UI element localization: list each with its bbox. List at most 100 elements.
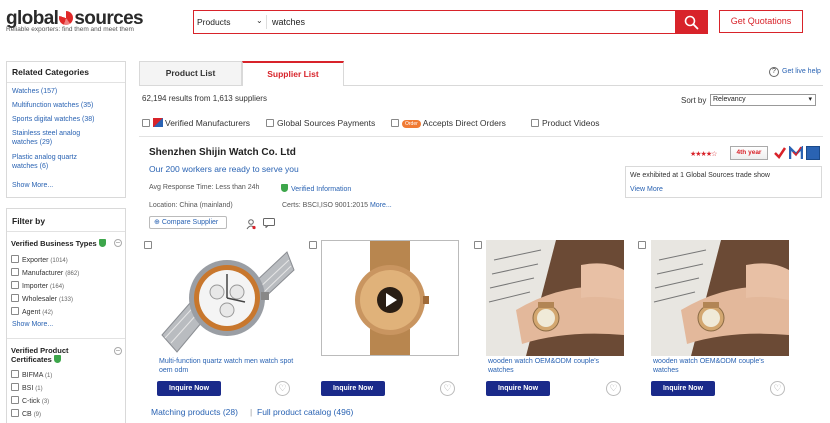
chat-icon[interactable] <box>263 218 275 228</box>
verified-shield-icon <box>53 355 61 363</box>
checkbox[interactable] <box>11 396 19 404</box>
get-quotations-button[interactable]: Get Quotations <box>719 10 803 33</box>
collapse-icon[interactable]: – <box>114 239 122 247</box>
product-image[interactable] <box>651 240 789 356</box>
business-types-title: Verified Business Types <box>11 239 106 248</box>
tab-product-list[interactable]: Product List <box>139 61 242 85</box>
product-caption[interactable]: Multi-function quartz watch men watch sp… <box>159 357 297 375</box>
product-caption[interactable]: wooden watch OEM&ODM couple's watches <box>488 357 626 375</box>
matching-products-link[interactable]: Matching products (28) <box>151 407 238 417</box>
supplier-slogan: Our 200 workers are ready to serve you <box>149 164 299 174</box>
plus-icon: ⊕ <box>154 219 162 226</box>
product-checkbox[interactable] <box>474 241 482 249</box>
tab-divider <box>139 85 823 86</box>
inquire-now-button[interactable]: Inquire Now <box>651 381 715 396</box>
checkbox[interactable] <box>11 268 19 276</box>
filter-option-exporter[interactable]: Exporter (1014) <box>11 255 68 264</box>
checkbox[interactable] <box>11 383 19 391</box>
direct-orders-filter[interactable]: Order Accepts Direct Orders <box>391 118 506 128</box>
related-category-link[interactable]: Stainless steel analog watches (29) <box>12 129 92 147</box>
filter-option-bsi[interactable]: BSI (1) <box>11 383 43 392</box>
sort-select[interactable]: Relevancy ▾ <box>710 94 816 106</box>
help-icon: ? <box>769 67 779 77</box>
product-checkbox[interactable] <box>309 241 317 249</box>
related-category-link[interactable]: Sports digital watches (38) <box>12 115 122 124</box>
supplier-location: Location: China (mainland) <box>149 202 233 209</box>
divider <box>7 338 125 339</box>
contact-person-icon[interactable] <box>246 219 256 230</box>
product-image[interactable] <box>157 240 295 356</box>
related-category-link[interactable]: Multifunction watches (35) <box>12 101 122 110</box>
order-badge-icon: Order <box>402 120 421 128</box>
inquire-now-button[interactable]: Inquire Now <box>157 381 221 396</box>
checkbox[interactable] <box>11 370 19 378</box>
divider <box>7 82 125 83</box>
tradeshow-view-more-link[interactable]: View More <box>630 186 663 193</box>
sort-label: Sort by <box>681 96 707 105</box>
product-video-thumbnail[interactable] <box>321 240 459 356</box>
product-caption[interactable]: wooden watch OEM&ODM couple's watches <box>653 357 791 375</box>
favorite-heart-icon[interactable]: ♡ <box>606 381 621 396</box>
wrist-watch-photo <box>651 240 789 356</box>
related-categories-title: Related Categories <box>12 67 89 77</box>
tab-divider-gap <box>243 85 343 86</box>
results-count: 62,194 results from 1,613 suppliers <box>142 94 267 103</box>
verified-information-link[interactable]: Verified Information <box>281 184 351 193</box>
checkbox[interactable] <box>142 119 150 127</box>
verified-manufacturers-filter[interactable]: Verified Manufacturers <box>142 118 250 128</box>
checkbox[interactable] <box>391 119 399 127</box>
filter-option-importer[interactable]: Importer (164) <box>11 281 64 290</box>
certs-more-link[interactable]: More... <box>370 202 392 209</box>
filter-title: Filter by <box>12 216 46 226</box>
checkbox[interactable] <box>11 409 19 417</box>
divider <box>7 231 125 232</box>
full-catalog-link[interactable]: Full product catalog (496) <box>257 407 353 417</box>
checkbox[interactable] <box>266 119 274 127</box>
chevron-down-icon[interactable]: ⌄ <box>256 16 263 25</box>
favorite-heart-icon[interactable]: ♡ <box>770 381 785 396</box>
divider <box>139 136 823 137</box>
checkbox[interactable] <box>11 281 19 289</box>
logo-swirl-icon <box>59 11 74 25</box>
link-separator: | <box>250 407 253 417</box>
filter-option-bifma[interactable]: BIFMA (1) <box>11 370 52 379</box>
get-live-help-link[interactable]: ? Get live help <box>769 67 821 77</box>
compare-supplier-button[interactable]: ⊕ Compare Supplier <box>149 216 227 229</box>
filter-option-c-tick[interactable]: C-tick (3) <box>11 396 49 405</box>
favorite-heart-icon[interactable]: ♡ <box>440 381 455 396</box>
search-button[interactable] <box>675 10 708 34</box>
search-icon <box>684 15 699 30</box>
search-category-select[interactable]: Products <box>197 17 231 27</box>
supplier-name[interactable]: Shenzhen Shijin Watch Co. Ltd <box>149 147 296 158</box>
search-input[interactable] <box>272 15 672 29</box>
inquire-now-button[interactable]: Inquire Now <box>486 381 550 396</box>
checkbox[interactable] <box>531 119 539 127</box>
product-image[interactable] <box>486 240 624 356</box>
product-checkbox[interactable] <box>638 241 646 249</box>
filter-option-cb[interactable]: CB (9) <box>11 409 41 418</box>
tab-supplier-list[interactable]: Supplier List <box>242 61 344 86</box>
related-show-more-link[interactable]: Show More... <box>12 182 53 189</box>
filter-option-wholesaler[interactable]: Wholesaler (133) <box>11 294 73 303</box>
product-videos-filter[interactable]: Product Videos <box>531 118 600 128</box>
supplier-certs: Certs: BSCI,ISO 9001:2015 More... <box>282 202 392 209</box>
collapse-icon[interactable]: – <box>114 347 122 355</box>
favorite-heart-icon[interactable]: ♡ <box>275 381 290 396</box>
checkbox[interactable] <box>11 307 19 315</box>
business-types-show-more-link[interactable]: Show More... <box>12 321 53 328</box>
inquire-now-button[interactable]: Inquire Now <box>321 381 385 396</box>
year-badge: 4th year <box>730 146 768 160</box>
checkmark-badge-icon <box>774 147 787 159</box>
filter-option-agent[interactable]: Agent (42) <box>11 307 53 316</box>
filter-option-manufacturer[interactable]: Manufacturer (862) <box>11 268 79 277</box>
related-category-link[interactable]: Plastic analog quartz watches (6) <box>12 153 92 171</box>
gs-payments-filter[interactable]: Global Sources Payments <box>266 118 375 128</box>
checkbox[interactable] <box>11 294 19 302</box>
related-categories-panel: Related Categories Watches (157) Multifu… <box>6 61 126 198</box>
steel-watch-image <box>157 240 295 356</box>
premium-badge-icon <box>806 146 820 160</box>
product-checkbox[interactable] <box>144 241 152 249</box>
checkbox[interactable] <box>11 255 19 263</box>
related-category-link[interactable]: Watches (157) <box>12 87 122 96</box>
wrist-watch-photo <box>486 240 624 356</box>
